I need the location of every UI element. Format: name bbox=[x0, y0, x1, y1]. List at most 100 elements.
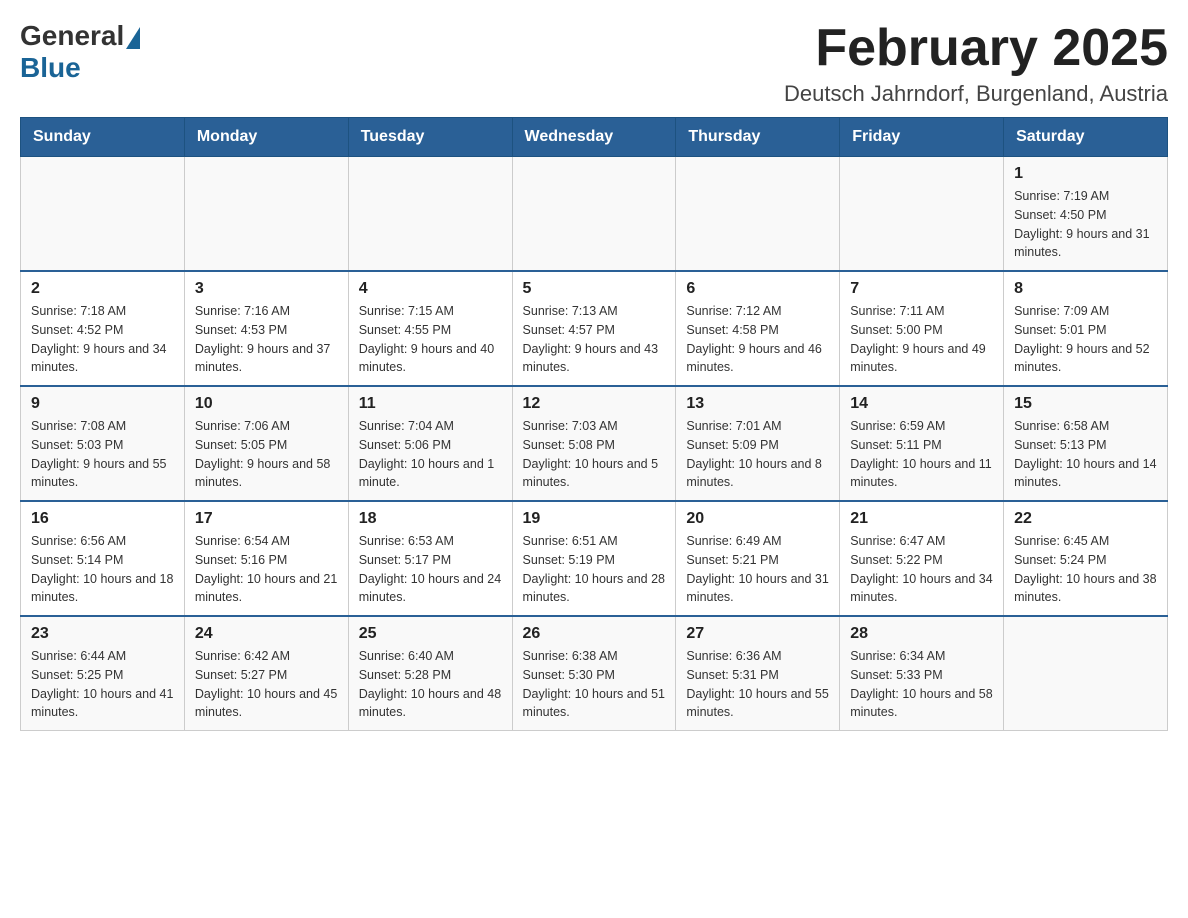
day-number: 3 bbox=[195, 280, 338, 298]
day-number: 16 bbox=[31, 510, 174, 528]
calendar-cell: 4 Sunrise: 7:15 AM Sunset: 4:55 PM Daylig… bbox=[348, 271, 512, 386]
day-number: 7 bbox=[850, 280, 993, 298]
day-number: 9 bbox=[31, 395, 174, 413]
day-info: Sunrise: 7:01 AM Sunset: 5:09 PM Dayligh… bbox=[686, 417, 829, 492]
calendar-cell: 21 Sunrise: 6:47 AM Sunset: 5:22 PM Dayli… bbox=[840, 501, 1004, 616]
calendar-week-row: 1Sunrise: 7:19 AM Sunset: 4:50 PM Daylig… bbox=[21, 157, 1168, 272]
day-number: 22 bbox=[1014, 510, 1157, 528]
day-number: 25 bbox=[359, 625, 502, 643]
calendar-cell: 27Sunrise: 6:36 AM Sunset: 5:31 PM Dayli… bbox=[676, 616, 840, 731]
day-info: Sunrise: 7:06 AM Sunset: 5:05 PM Dayligh… bbox=[195, 417, 338, 492]
day-number: 20 bbox=[686, 510, 829, 528]
weekday-header-tuesday: Tuesday bbox=[348, 118, 512, 157]
day-number: 26 bbox=[523, 625, 666, 643]
day-info: Sunrise: 6:38 AM Sunset: 5:30 PM Dayligh… bbox=[523, 647, 666, 722]
subtitle: Deutsch Jahrndorf, Burgenland, Austria bbox=[784, 81, 1168, 107]
calendar-cell: 28 Sunrise: 6:34 AM Sunset: 5:33 PM Dayli… bbox=[840, 616, 1004, 731]
calendar-cell: 2 Sunrise: 7:18 AM Sunset: 4:52 PM Daylig… bbox=[21, 271, 185, 386]
day-info: Sunrise: 6:54 AM Sunset: 5:16 PM Dayligh… bbox=[195, 532, 338, 607]
page-header: General Blue February 2025 Deutsch Jahrn… bbox=[20, 20, 1168, 107]
calendar-table: SundayMondayTuesdayWednesdayThursdayFrid… bbox=[20, 117, 1168, 731]
calendar-cell bbox=[184, 157, 348, 272]
day-info: Sunrise: 6:56 AM Sunset: 5:14 PM Dayligh… bbox=[31, 532, 174, 607]
day-info: Sunrise: 7:15 AM Sunset: 4:55 PM Dayligh… bbox=[359, 302, 502, 377]
calendar-cell: 18 Sunrise: 6:53 AM Sunset: 5:17 PM Dayli… bbox=[348, 501, 512, 616]
day-number: 18 bbox=[359, 510, 502, 528]
logo-blue-text: Blue bbox=[20, 52, 81, 83]
calendar-week-row: 9 Sunrise: 7:08 AM Sunset: 5:03 PM Daylig… bbox=[21, 386, 1168, 501]
day-number: 28 bbox=[850, 625, 993, 643]
calendar-cell: 23 Sunrise: 6:44 AM Sunset: 5:25 PM Dayli… bbox=[21, 616, 185, 731]
day-number: 2 bbox=[31, 280, 174, 298]
calendar-cell: 26 Sunrise: 6:38 AM Sunset: 5:30 PM Dayli… bbox=[512, 616, 676, 731]
weekday-header-monday: Monday bbox=[184, 118, 348, 157]
day-info: Sunrise: 7:16 AM Sunset: 4:53 PM Dayligh… bbox=[195, 302, 338, 377]
calendar-cell: 12 Sunrise: 7:03 AM Sunset: 5:08 PM Dayli… bbox=[512, 386, 676, 501]
logo: General Blue bbox=[20, 20, 142, 84]
calendar-cell bbox=[840, 157, 1004, 272]
calendar-cell: 24 Sunrise: 6:42 AM Sunset: 5:27 PM Dayli… bbox=[184, 616, 348, 731]
calendar-cell: 6 Sunrise: 7:12 AM Sunset: 4:58 PM Daylig… bbox=[676, 271, 840, 386]
day-number: 6 bbox=[686, 280, 829, 298]
day-number: 21 bbox=[850, 510, 993, 528]
day-info: Sunrise: 6:59 AM Sunset: 5:11 PM Dayligh… bbox=[850, 417, 993, 492]
day-number: 10 bbox=[195, 395, 338, 413]
day-info: Sunrise: 7:04 AM Sunset: 5:06 PM Dayligh… bbox=[359, 417, 502, 492]
day-info: Sunrise: 6:44 AM Sunset: 5:25 PM Dayligh… bbox=[31, 647, 174, 722]
weekday-header-friday: Friday bbox=[840, 118, 1004, 157]
day-number: 1 bbox=[1014, 165, 1157, 183]
day-number: 11 bbox=[359, 395, 502, 413]
calendar-cell: 25 Sunrise: 6:40 AM Sunset: 5:28 PM Dayli… bbox=[348, 616, 512, 731]
day-number: 23 bbox=[31, 625, 174, 643]
day-number: 4 bbox=[359, 280, 502, 298]
calendar-cell: 11 Sunrise: 7:04 AM Sunset: 5:06 PM Dayli… bbox=[348, 386, 512, 501]
calendar-cell bbox=[348, 157, 512, 272]
calendar-cell: 5 Sunrise: 7:13 AM Sunset: 4:57 PM Daylig… bbox=[512, 271, 676, 386]
calendar-cell bbox=[512, 157, 676, 272]
day-number: 8 bbox=[1014, 280, 1157, 298]
calendar-cell bbox=[676, 157, 840, 272]
calendar-cell: 7Sunrise: 7:11 AM Sunset: 5:00 PM Daylig… bbox=[840, 271, 1004, 386]
day-info: Sunrise: 7:03 AM Sunset: 5:08 PM Dayligh… bbox=[523, 417, 666, 492]
day-info: Sunrise: 6:53 AM Sunset: 5:17 PM Dayligh… bbox=[359, 532, 502, 607]
day-info: Sunrise: 6:47 AM Sunset: 5:22 PM Dayligh… bbox=[850, 532, 993, 607]
day-number: 5 bbox=[523, 280, 666, 298]
calendar-cell: 13Sunrise: 7:01 AM Sunset: 5:09 PM Dayli… bbox=[676, 386, 840, 501]
day-info: Sunrise: 6:58 AM Sunset: 5:13 PM Dayligh… bbox=[1014, 417, 1157, 492]
calendar-week-row: 2 Sunrise: 7:18 AM Sunset: 4:52 PM Daylig… bbox=[21, 271, 1168, 386]
weekday-header-sunday: Sunday bbox=[21, 118, 185, 157]
weekday-header-row: SundayMondayTuesdayWednesdayThursdayFrid… bbox=[21, 118, 1168, 157]
day-info: Sunrise: 7:12 AM Sunset: 4:58 PM Dayligh… bbox=[686, 302, 829, 377]
calendar-cell: 20Sunrise: 6:49 AM Sunset: 5:21 PM Dayli… bbox=[676, 501, 840, 616]
calendar-cell: 1Sunrise: 7:19 AM Sunset: 4:50 PM Daylig… bbox=[1004, 157, 1168, 272]
title-section: February 2025 Deutsch Jahrndorf, Burgenl… bbox=[784, 20, 1168, 107]
day-number: 12 bbox=[523, 395, 666, 413]
calendar-cell bbox=[21, 157, 185, 272]
day-number: 17 bbox=[195, 510, 338, 528]
calendar-cell: 16 Sunrise: 6:56 AM Sunset: 5:14 PM Dayli… bbox=[21, 501, 185, 616]
calendar-cell bbox=[1004, 616, 1168, 731]
calendar-cell: 17 Sunrise: 6:54 AM Sunset: 5:16 PM Dayli… bbox=[184, 501, 348, 616]
day-info: Sunrise: 6:51 AM Sunset: 5:19 PM Dayligh… bbox=[523, 532, 666, 607]
main-title: February 2025 bbox=[784, 20, 1168, 77]
day-number: 14 bbox=[850, 395, 993, 413]
weekday-header-saturday: Saturday bbox=[1004, 118, 1168, 157]
weekday-header-thursday: Thursday bbox=[676, 118, 840, 157]
day-info: Sunrise: 7:08 AM Sunset: 5:03 PM Dayligh… bbox=[31, 417, 174, 492]
day-number: 15 bbox=[1014, 395, 1157, 413]
calendar-cell: 22Sunrise: 6:45 AM Sunset: 5:24 PM Dayli… bbox=[1004, 501, 1168, 616]
day-number: 24 bbox=[195, 625, 338, 643]
day-info: Sunrise: 6:36 AM Sunset: 5:31 PM Dayligh… bbox=[686, 647, 829, 722]
day-info: Sunrise: 7:13 AM Sunset: 4:57 PM Dayligh… bbox=[523, 302, 666, 377]
day-info: Sunrise: 6:34 AM Sunset: 5:33 PM Dayligh… bbox=[850, 647, 993, 722]
day-info: Sunrise: 6:40 AM Sunset: 5:28 PM Dayligh… bbox=[359, 647, 502, 722]
logo-general-text: General bbox=[20, 20, 124, 52]
day-info: Sunrise: 7:09 AM Sunset: 5:01 PM Dayligh… bbox=[1014, 302, 1157, 377]
calendar-cell: 19 Sunrise: 6:51 AM Sunset: 5:19 PM Dayli… bbox=[512, 501, 676, 616]
day-number: 19 bbox=[523, 510, 666, 528]
calendar-week-row: 23 Sunrise: 6:44 AM Sunset: 5:25 PM Dayli… bbox=[21, 616, 1168, 731]
day-info: Sunrise: 7:18 AM Sunset: 4:52 PM Dayligh… bbox=[31, 302, 174, 377]
calendar-cell: 9 Sunrise: 7:08 AM Sunset: 5:03 PM Daylig… bbox=[21, 386, 185, 501]
calendar-cell: 3 Sunrise: 7:16 AM Sunset: 4:53 PM Daylig… bbox=[184, 271, 348, 386]
day-info: Sunrise: 6:42 AM Sunset: 5:27 PM Dayligh… bbox=[195, 647, 338, 722]
